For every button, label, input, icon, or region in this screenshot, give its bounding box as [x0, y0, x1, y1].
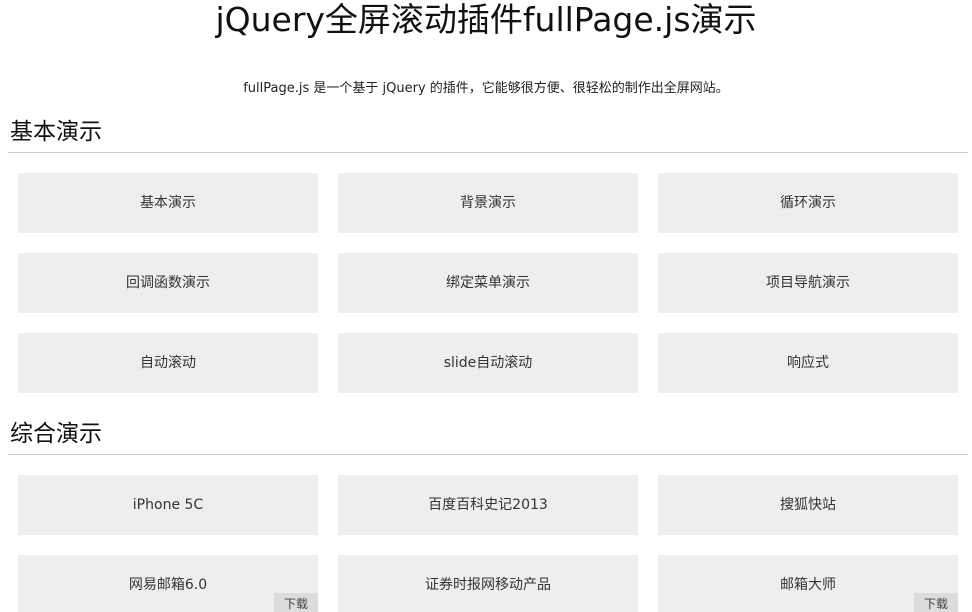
download-button[interactable]: 下载: [914, 593, 958, 612]
tile-loop-demo[interactable]: 循环演示: [658, 173, 958, 233]
tile-label: 基本演示: [140, 195, 196, 211]
tile-callback-demo[interactable]: 回调函数演示: [18, 253, 318, 313]
tile-netease-mail[interactable]: 网易邮箱6.0 下载: [18, 555, 318, 612]
tile-background-demo[interactable]: 背景演示: [338, 173, 638, 233]
section-divider: [8, 152, 968, 153]
intro-text: fullPage.js 是一个基于 jQuery 的插件，它能够很方便、很轻松的…: [243, 81, 729, 96]
tile-menu-binding-demo[interactable]: 绑定菜单演示: [338, 253, 638, 313]
section-heading-basic: 基本演示: [10, 119, 102, 145]
tile-basic-demo[interactable]: 基本演示: [18, 173, 318, 233]
tile-autoscroll[interactable]: 自动滚动: [18, 333, 318, 393]
tile-label: slide自动滚动: [443, 355, 533, 371]
page-title: jQuery全屏滚动插件fullPage.js演示: [215, 0, 757, 39]
tile-responsive[interactable]: 响应式: [658, 333, 958, 393]
tile-label: 自动滚动: [140, 355, 196, 371]
tile-label: 循环演示: [780, 195, 836, 211]
tile-stcn-mobile[interactable]: 证券时报网移动产品: [338, 555, 638, 612]
tile-slide-autoscroll[interactable]: slide自动滚动: [338, 333, 638, 393]
tile-mail-master[interactable]: 邮箱大师 下载: [658, 555, 958, 612]
tile-label: 百度百科史记2013: [428, 497, 548, 513]
tile-label: 邮箱大师: [780, 577, 836, 593]
page: jQuery全屏滚动插件fullPage.js演示 fullPage.js 是一…: [0, 0, 972, 612]
download-button[interactable]: 下载: [274, 593, 318, 612]
tile-label: 搜狐快站: [780, 497, 836, 513]
section-divider: [8, 454, 968, 455]
tile-navigation-demo[interactable]: 项目导航演示: [658, 253, 958, 313]
tile-label: 响应式: [787, 355, 829, 371]
tile-iphone-5c[interactable]: iPhone 5C: [18, 475, 318, 535]
tile-label: 回调函数演示: [126, 275, 210, 291]
tile-label: 网易邮箱6.0: [128, 577, 208, 593]
tile-baidu-baike-2013[interactable]: 百度百科史记2013: [338, 475, 638, 535]
tile-label: 背景演示: [460, 195, 516, 211]
tile-sohu-kuaizhan[interactable]: 搜狐快站: [658, 475, 958, 535]
tile-label: 项目导航演示: [766, 275, 850, 291]
tile-label: iPhone 5C: [132, 497, 204, 513]
section-heading-comprehensive: 综合演示: [10, 421, 102, 447]
tile-label: 证券时报网移动产品: [425, 577, 551, 593]
tile-label: 绑定菜单演示: [446, 275, 530, 291]
